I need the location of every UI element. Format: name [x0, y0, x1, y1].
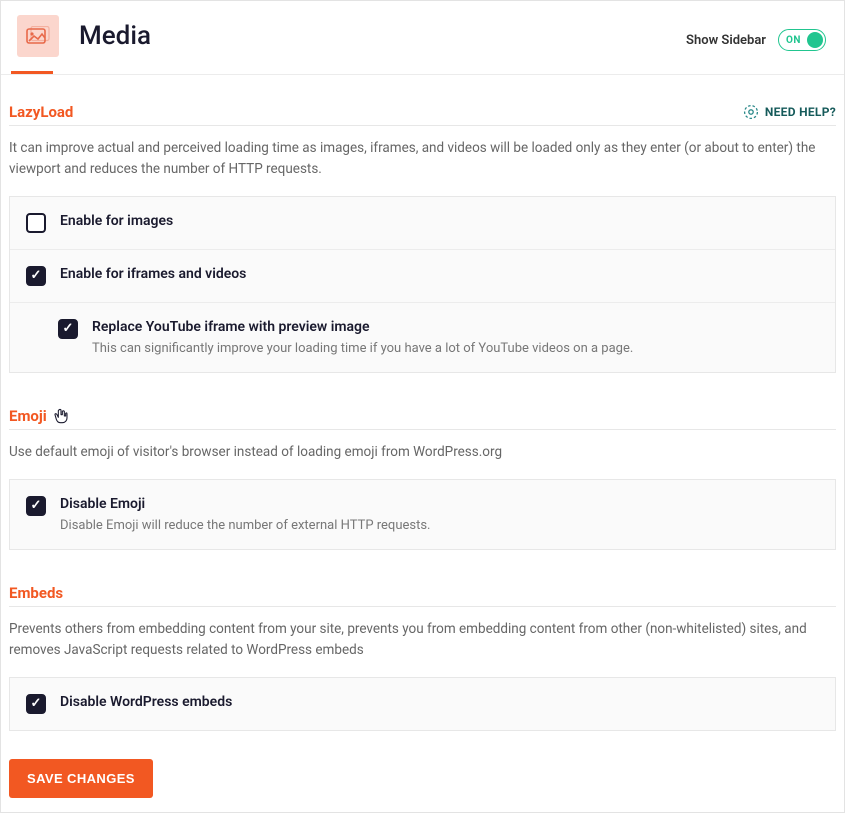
page-title: Media	[79, 21, 151, 51]
checkbox-youtube-preview[interactable]	[58, 319, 78, 339]
show-sidebar-toggle[interactable]: ON	[778, 29, 826, 51]
media-icon	[17, 15, 59, 57]
page-header: Media Show Sidebar ON	[1, 1, 844, 57]
help-icon	[743, 104, 759, 120]
label-disable-embeds: Disable WordPress embeds	[60, 694, 819, 710]
option-disable-emoji[interactable]: Disable Emoji Disable Emoji will reduce …	[10, 480, 835, 549]
section-desc-lazyload: It can improve actual and perceived load…	[9, 138, 836, 180]
section-title-emoji: Emoji	[9, 407, 47, 425]
checkbox-enable-images[interactable]	[26, 213, 46, 233]
toggle-knob	[807, 32, 823, 48]
section-title-lazyload: LazyLoad	[9, 103, 73, 121]
save-changes-button[interactable]: SAVE CHANGES	[9, 759, 153, 798]
sub-disable-emoji: Disable Emoji will reduce the number of …	[60, 518, 819, 533]
section-title-embeds: Embeds	[9, 584, 63, 602]
section-desc-embeds: Prevents others from embedding content f…	[9, 619, 836, 661]
toggle-state-text: ON	[786, 35, 801, 46]
option-enable-images[interactable]: Enable for images	[10, 197, 835, 250]
sub-youtube-preview: This can significantly improve your load…	[92, 341, 819, 356]
lazyload-options: Enable for images Enable for iframes and…	[9, 196, 836, 373]
label-enable-images: Enable for images	[60, 213, 819, 229]
emoji-options: Disable Emoji Disable Emoji will reduce …	[9, 479, 836, 550]
show-sidebar-label: Show Sidebar	[686, 33, 766, 48]
checkbox-disable-emoji[interactable]	[26, 496, 46, 516]
section-emoji: Emoji Use default emoji of visitor's bro…	[9, 379, 836, 556]
checkbox-disable-embeds[interactable]	[26, 694, 46, 714]
section-embeds: Embeds Prevents others from embedding co…	[9, 556, 836, 737]
embeds-options: Disable WordPress embeds	[9, 677, 836, 731]
option-enable-iframes[interactable]: Enable for iframes and videos	[10, 250, 835, 303]
option-youtube-preview[interactable]: Replace YouTube iframe with preview imag…	[10, 303, 835, 372]
need-help-link[interactable]: NEED HELP?	[743, 104, 836, 120]
checkbox-enable-iframes[interactable]	[26, 266, 46, 286]
need-help-text: NEED HELP?	[765, 105, 836, 119]
label-disable-emoji: Disable Emoji	[60, 496, 819, 512]
hand-icon	[53, 408, 69, 424]
section-lazyload: LazyLoad NEED HELP? It can improve actua…	[9, 75, 836, 379]
option-disable-embeds[interactable]: Disable WordPress embeds	[10, 678, 835, 730]
section-desc-emoji: Use default emoji of visitor's browser i…	[9, 442, 836, 463]
label-youtube-preview: Replace YouTube iframe with preview imag…	[92, 319, 819, 335]
label-enable-iframes: Enable for iframes and videos	[60, 266, 819, 282]
